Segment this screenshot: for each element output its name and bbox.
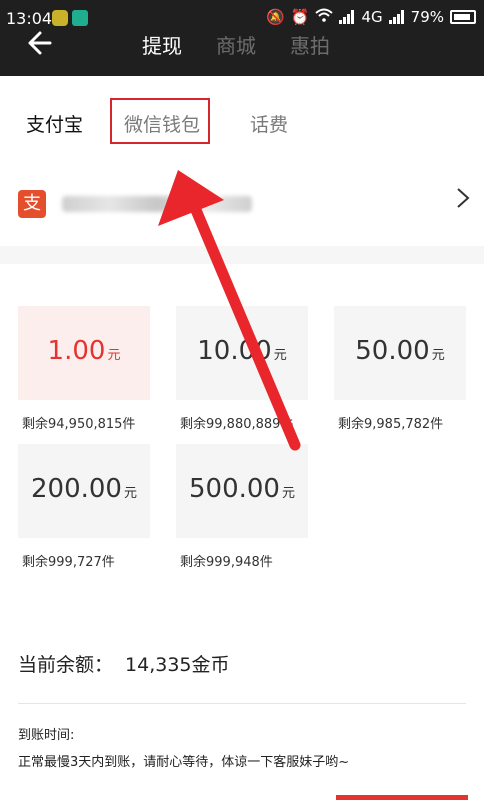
status-icons: 🔕 ⏰ 4G 79% <box>266 8 476 26</box>
current-balance: 当前余额： 14,335金币 <box>18 650 230 677</box>
nav-tab-auction[interactable]: 惠拍 <box>290 30 330 59</box>
amount-card-1[interactable]: 1.00 元 <box>18 306 150 400</box>
balance-label: 当前余额： <box>18 654 114 676</box>
amount-number: 500.00 <box>189 474 280 504</box>
arrival-time-title: 到账时间: <box>18 728 75 743</box>
amount-value: 1.00 元 <box>18 336 150 366</box>
app-notification-icon <box>52 10 68 26</box>
highlight-box <box>110 98 210 144</box>
alipay-icon: 支 <box>18 190 46 218</box>
withdraw-button-edge[interactable] <box>336 795 468 800</box>
nav-tab-withdraw[interactable]: 提现 <box>142 30 182 59</box>
divider-line <box>18 703 466 704</box>
nav-tabs: 提现 商城 惠拍 <box>142 30 330 59</box>
amount-unit: 元 <box>123 486 137 501</box>
amount-card-50[interactable]: 50.00 元 <box>334 306 466 400</box>
signal-icon <box>339 10 355 24</box>
chevron-right-icon <box>456 186 470 216</box>
amount-card-500[interactable]: 500.00 元 <box>176 444 308 538</box>
amount-value: 200.00 元 <box>18 474 150 504</box>
status-time: 13:04 <box>6 9 53 28</box>
amount-unit: 元 <box>107 348 121 363</box>
amount-value: 10.00 元 <box>176 336 308 366</box>
scan-notification-icon <box>72 10 88 26</box>
amount-unit: 元 <box>431 348 445 363</box>
blurred-account-info <box>62 196 252 212</box>
balance-value: 14,335金币 <box>125 654 230 676</box>
remaining-count: 剩余999,727件 <box>22 555 115 570</box>
amount-value: 500.00 元 <box>176 474 308 504</box>
remaining-count: 剩余999,948件 <box>180 555 273 570</box>
nav-bar: 提现 商城 惠拍 <box>0 30 484 70</box>
remaining-count: 剩余99,880,889件 <box>180 417 294 432</box>
wifi-icon <box>315 8 334 26</box>
section-divider <box>0 246 484 264</box>
back-arrow-icon[interactable] <box>26 30 56 60</box>
amount-number: 10.00 <box>197 336 272 366</box>
remaining-count: 剩余94,950,815件 <box>22 417 136 432</box>
amount-number: 50.00 <box>355 336 430 366</box>
battery-percent: 79% <box>410 8 444 26</box>
account-row[interactable]: 支 <box>0 172 484 232</box>
tab-alipay[interactable]: 支付宝 <box>26 110 83 137</box>
amount-value: 50.00 元 <box>334 336 466 366</box>
signal-2-icon <box>388 10 405 24</box>
amount-unit: 元 <box>273 348 287 363</box>
nav-tab-mall[interactable]: 商城 <box>216 30 256 59</box>
amount-unit: 元 <box>281 486 295 501</box>
amount-number: 1.00 <box>47 336 106 366</box>
tab-phone-credit[interactable]: 话费 <box>250 110 288 137</box>
amount-card-10[interactable]: 10.00 元 <box>176 306 308 400</box>
amount-number: 200.00 <box>31 474 122 504</box>
payment-tabs: 支付宝 微信钱包 话费 <box>0 100 484 148</box>
amount-card-200[interactable]: 200.00 元 <box>18 444 150 538</box>
top-bar: 13:04 🔕 ⏰ 4G 79% 提现 商城 惠拍 <box>0 0 484 76</box>
remaining-count: 剩余9,985,782件 <box>338 417 444 432</box>
alarm-icon: ⏰ <box>290 8 310 26</box>
arrival-time-text: 正常最慢3天内到账，请耐心等待，体谅一下客服妹子哟~ <box>18 755 350 770</box>
mute-icon: 🔕 <box>266 8 285 26</box>
network-type: 4G <box>361 8 383 26</box>
battery-icon <box>450 10 476 24</box>
